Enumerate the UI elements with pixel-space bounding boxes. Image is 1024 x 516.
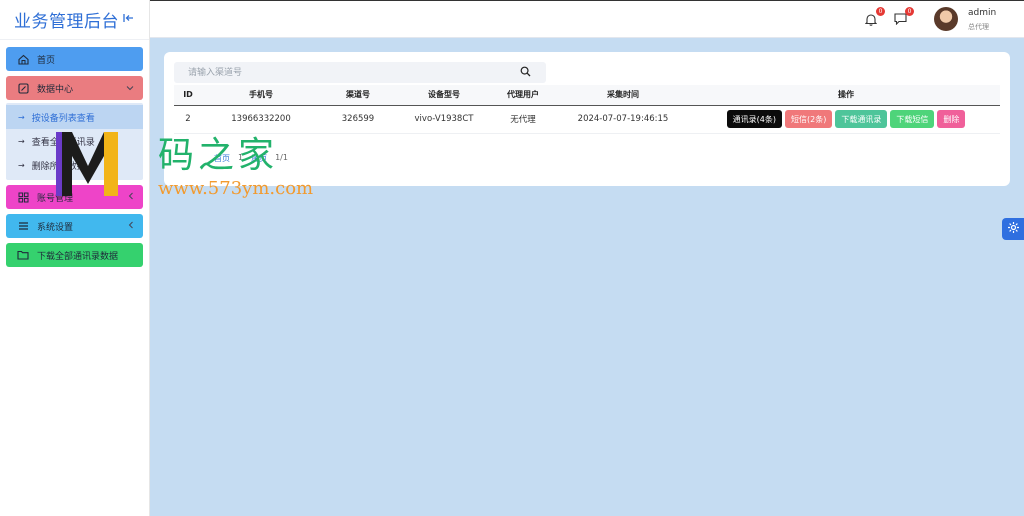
column-header: ID [174, 85, 202, 106]
gear-icon [1007, 221, 1020, 237]
home-icon [16, 54, 30, 65]
user-name[interactable]: admin [968, 8, 996, 18]
grid-icon [16, 192, 30, 203]
brand-title: 业务管理后台 [14, 12, 119, 32]
edit-icon [16, 82, 30, 94]
bell-icon[interactable]: 0 [863, 7, 885, 27]
arrow-right-icon: → [18, 112, 25, 122]
collapse-left-icon[interactable] [123, 13, 134, 26]
column-header: 手机号 [202, 85, 320, 106]
cell-device: vivo-V1938CT [396, 105, 492, 134]
delete-button[interactable]: 删除 [937, 110, 966, 128]
avatar[interactable] [934, 7, 958, 31]
cell-channel: 326599 [320, 105, 396, 134]
sidebar-item-download-contacts[interactable]: 下载全部通讯录数据 [6, 243, 143, 267]
view-contacts-button[interactable]: 通讯录(4条) [726, 110, 782, 128]
search-box [174, 62, 546, 83]
column-header: 代理用户 [492, 85, 554, 106]
sidebar-item-label: 首页 [37, 55, 56, 66]
device-list-card: ID 手机号 渠道号 设备型号 代理用户 采集时间 操作 2 139663322… [164, 52, 1010, 186]
chevron-down-icon [126, 84, 134, 93]
arrow-right-icon: → [18, 160, 25, 170]
chevron-left-icon [128, 192, 134, 202]
sidebar-item-label: 数据中心 [37, 84, 74, 95]
brand: 业务管理后台 [0, 0, 149, 40]
sidebar-item-data-center[interactable]: 数据中心 [6, 76, 143, 100]
message-badge: 0 [905, 7, 914, 16]
sidebar-item-home[interactable]: 首页 [6, 47, 143, 71]
table-header-row: ID 手机号 渠道号 设备型号 代理用户 采集时间 操作 [174, 85, 1000, 106]
download-contacts-button[interactable]: 下载通讯录 [835, 110, 888, 128]
folder-icon [16, 250, 30, 260]
column-header: 设备型号 [396, 85, 492, 106]
cell-time: 2024-07-07-19:46:15 [554, 105, 692, 134]
column-header: 操作 [692, 85, 1000, 106]
sidebar-item-label: 系统设置 [37, 222, 74, 233]
channel-search-input[interactable] [174, 62, 504, 83]
view-sms-button[interactable]: 短信(2条) [785, 110, 833, 128]
settings-gear-button[interactable] [1002, 218, 1024, 240]
column-header: 渠道号 [320, 85, 396, 106]
topbar: 0 0 admin 总代理 [150, 0, 1024, 38]
search-icon[interactable] [520, 66, 532, 78]
cell-agent: 无代理 [492, 105, 554, 134]
chevron-left-icon [128, 221, 134, 231]
user-role: 总代理 [968, 23, 989, 31]
cell-actions: 通讯录(4条) 短信(2条) 下载通讯录 下载短信 删除 [692, 105, 1000, 134]
table-row: 2 13966332200 326599 vivo-V1938CT 无代理 20… [174, 105, 1000, 134]
watermark-url: www.573ym.com [158, 178, 314, 199]
watermark-logo [54, 126, 122, 198]
sidebar: 业务管理后台 首页 数据中心 → 按设备列表查看 → → 账号管理 系统设置 下… [0, 0, 150, 516]
sidebar-subitem-label: 按设备列表查看 [31, 113, 95, 124]
message-icon[interactable]: 0 [892, 7, 914, 27]
row-actions: 通讯录(4条) 短信(2条) 下载通讯录 下载短信 删除 [692, 110, 1000, 128]
column-header: 采集时间 [554, 85, 692, 106]
sidebar-item-settings[interactable]: 系统设置 [6, 214, 143, 238]
arrow-right-icon: → [18, 136, 25, 146]
download-sms-button[interactable]: 下载短信 [890, 110, 935, 128]
menu-icon [16, 221, 30, 231]
sidebar-item-label: 下载全部通讯录数据 [37, 251, 119, 262]
device-table: ID 手机号 渠道号 设备型号 代理用户 采集时间 操作 2 139663322… [174, 85, 1000, 134]
notification-badge: 0 [876, 7, 885, 16]
watermark-text: 码之家 [158, 135, 279, 176]
